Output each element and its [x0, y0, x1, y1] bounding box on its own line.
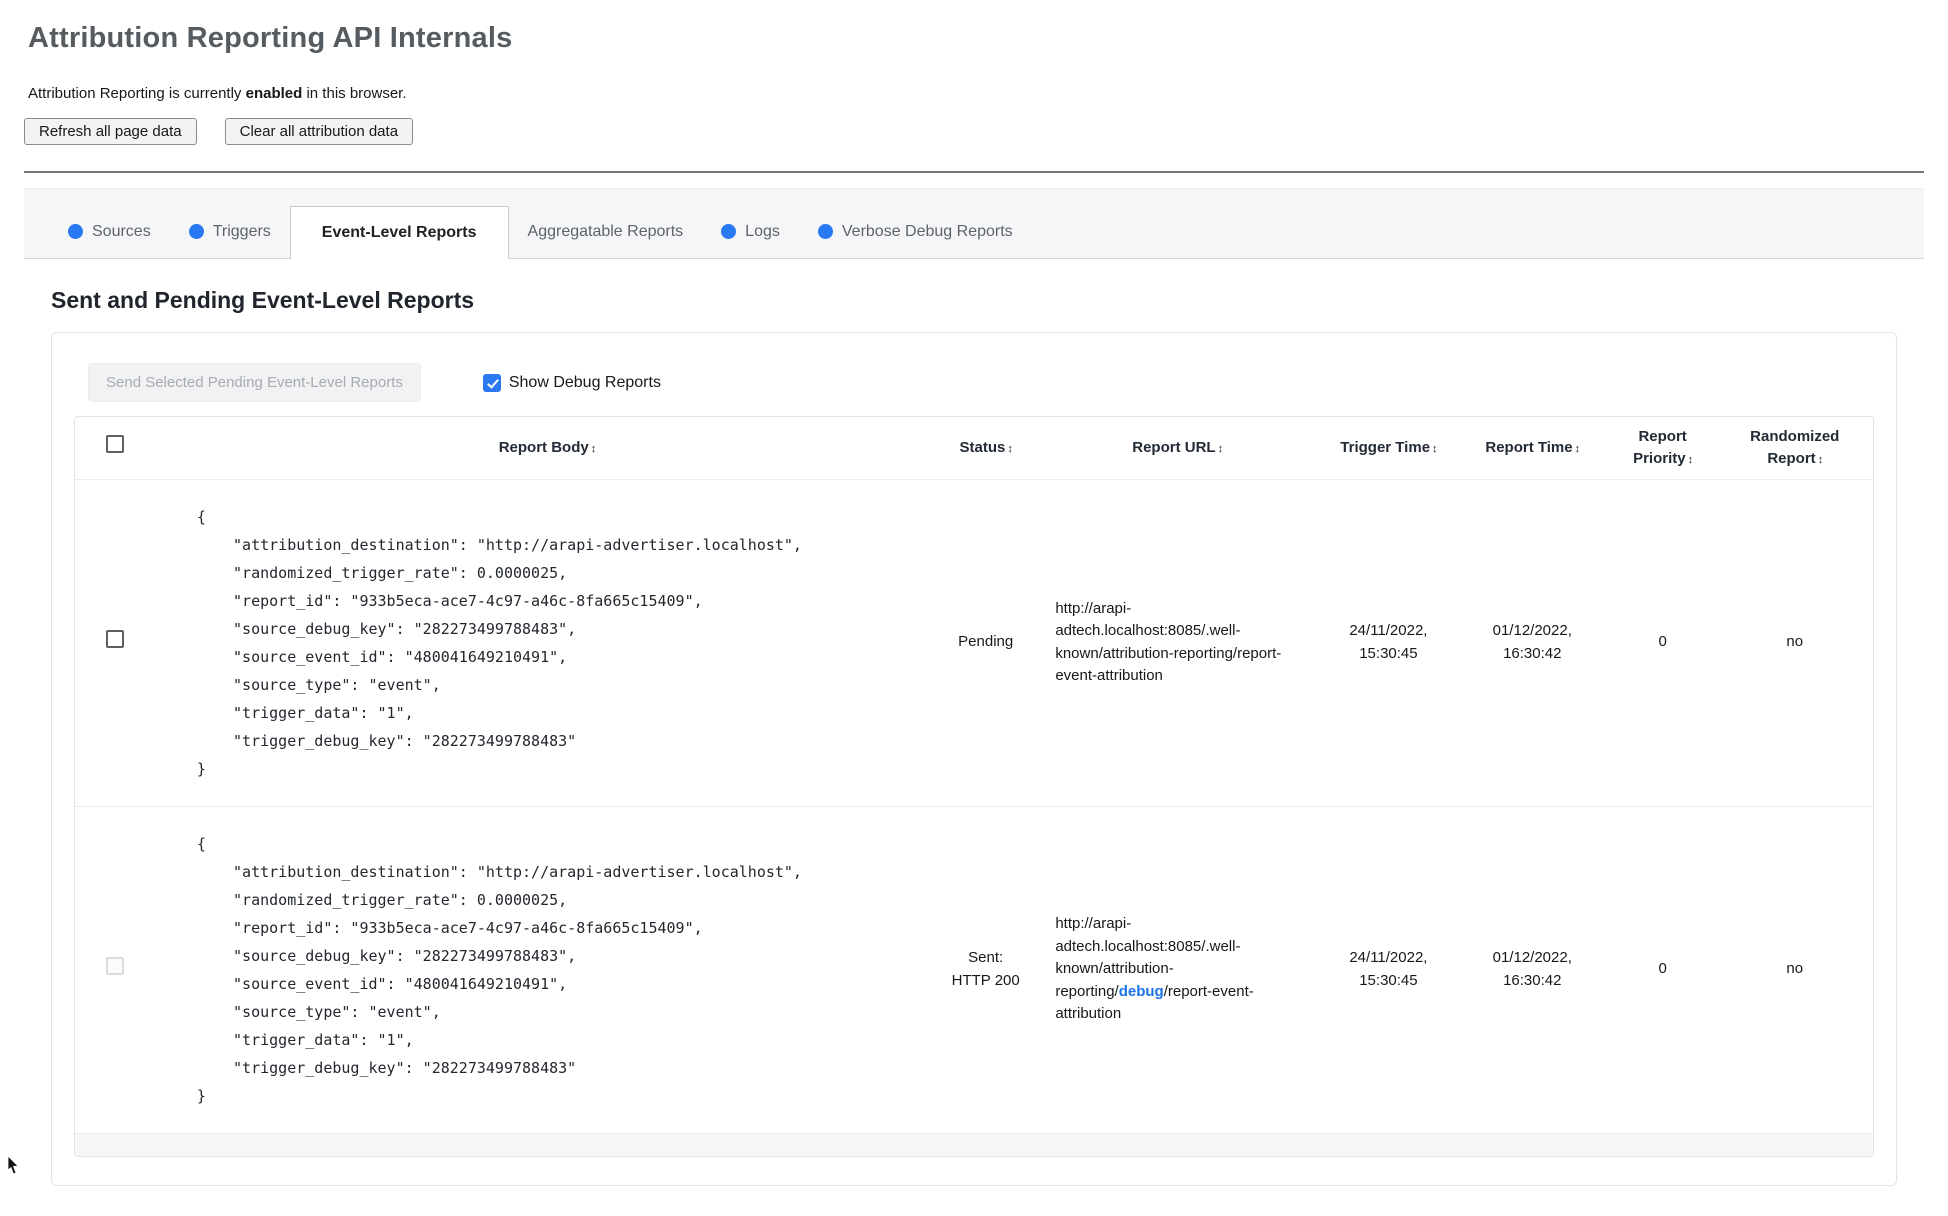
header-status[interactable]: Status ↕	[938, 417, 1033, 479]
row-checkbox-disabled	[106, 956, 125, 975]
page-title: Attribution Reporting API Internals	[28, 22, 513, 54]
tab-logs[interactable]: Logs	[702, 205, 799, 258]
status-prefix: Attribution Reporting is currently	[28, 85, 246, 102]
sort-icon: ↕	[1817, 453, 1823, 466]
header-report-time[interactable]: Report Time ↕	[1456, 417, 1609, 479]
blue-dot-icon	[68, 224, 83, 239]
tab-label: Logs	[745, 222, 780, 240]
show-debug-label: Show Debug Reports	[508, 373, 661, 391]
table-row: { "attribution_destination": "http://ara…	[75, 805, 1873, 1133]
report-priority-cell: 0	[1608, 478, 1717, 806]
header-label: Report Body	[498, 438, 589, 456]
header-label: Report URL	[1132, 438, 1216, 456]
attribution-status-text: Attribution Reporting is currently enabl…	[28, 85, 1924, 102]
report-priority-cell: 0	[1608, 805, 1717, 1133]
row-checkbox[interactable]	[106, 629, 125, 648]
status-cell: Pending	[938, 478, 1034, 806]
report-time-cell: 01/12/2022, 16:30:42	[1455, 805, 1609, 1133]
tab-verbose-debug-reports[interactable]: Verbose Debug Reports	[799, 205, 1032, 258]
divider	[24, 171, 1924, 173]
report-time-cell: 01/12/2022, 16:30:42	[1455, 478, 1609, 806]
send-selected-button[interactable]: Send Selected Pending Event-Level Report…	[88, 363, 421, 402]
top-actions: Refresh all page data Clear all attribut…	[24, 118, 1924, 145]
reports-table: Report Body ↕ Status ↕ Report URL ↕ Trigger…	[75, 417, 1873, 1156]
sort-icon: ↕	[590, 442, 596, 455]
report-url-cell: http://arapi-adtech.localhost:8085/.well…	[1033, 478, 1321, 806]
blue-dot-icon	[188, 224, 204, 239]
tab-triggers[interactable]: Triggers	[170, 205, 290, 258]
sort-icon: ↕	[1687, 453, 1693, 466]
tab-label: Verbose Debug Reports	[841, 222, 1013, 240]
blue-dot-icon	[817, 224, 833, 239]
header-label: Report Time	[1485, 438, 1573, 456]
trigger-time-cell: 24/11/2022, 15:30:45	[1321, 478, 1456, 806]
section-heading: Sent and Pending Event-Level Reports	[51, 287, 475, 313]
header-label: Report Priority	[1633, 428, 1687, 467]
status-enabled: enabled	[245, 85, 303, 102]
select-all-checkbox[interactable]	[106, 435, 125, 454]
report-url: http://arapi-adtech.localhost:8085/.well…	[1055, 599, 1282, 685]
report-url-cell: http://arapi-adtech.localhost:8085/.well…	[1033, 805, 1321, 1133]
debug-url-segment: debug	[1118, 982, 1164, 1000]
header-label: Trigger Time	[1340, 438, 1431, 456]
tab-label: Event-Level Reports	[321, 224, 477, 241]
mouse-cursor-icon	[7, 1155, 19, 1175]
sort-icon: ↕	[1007, 442, 1012, 455]
header-label: Randomized Report	[1750, 428, 1840, 467]
tab-event-level-reports[interactable]: Event-Level Reports	[289, 206, 509, 259]
header-trigger-time[interactable]: Trigger Time ↕	[1321, 417, 1456, 479]
blue-dot-icon	[721, 224, 737, 239]
table-row: { "attribution_destination": "http://ara…	[75, 478, 1873, 806]
clear-all-button[interactable]: Clear all attribution data	[224, 118, 414, 145]
event-level-reports-panel: Send Selected Pending Event-Level Report…	[51, 332, 1897, 1186]
table-header-row: Report Body ↕ Status ↕ Report URL ↕ Trigger…	[75, 417, 1873, 479]
show-debug-checkbox[interactable]	[482, 373, 501, 392]
tab-label: Triggers	[212, 222, 271, 240]
report-body-json: { "attribution_destination": "http://ara…	[196, 834, 802, 1105]
status-cell: Sent: HTTP 200	[938, 805, 1034, 1133]
panel-controls: Send Selected Pending Event-Level Report…	[88, 363, 1874, 402]
show-debug-toggle: Show Debug Reports	[482, 373, 661, 392]
trigger-time-cell: 24/11/2022, 15:30:45	[1321, 805, 1456, 1133]
randomized-report-cell: no	[1716, 805, 1873, 1133]
reports-table-container: Report Body ↕ Status ↕ Report URL ↕ Trigger…	[74, 416, 1874, 1157]
tab-label: Aggregatable Reports	[527, 222, 684, 240]
header-report-url[interactable]: Report URL ↕	[1033, 417, 1321, 479]
header-report-priority[interactable]: Report Priority ↕	[1609, 417, 1717, 479]
tab-aggregatable-reports[interactable]: Aggregatable Reports	[509, 205, 703, 258]
header-randomized-report[interactable]: Randomized Report ↕	[1717, 417, 1873, 479]
sort-icon: ↕	[1574, 442, 1580, 455]
sort-icon: ↕	[1432, 442, 1437, 455]
report-body-json: { "attribution_destination": "http://ara…	[196, 507, 802, 778]
randomized-report-cell: no	[1716, 478, 1873, 806]
status-suffix: in this browser.	[302, 85, 407, 102]
tab-sources[interactable]: Sources	[49, 205, 170, 258]
sort-icon: ↕	[1217, 442, 1223, 455]
table-footer-row	[75, 1132, 1873, 1156]
header-report-body[interactable]: Report Body ↕	[156, 417, 938, 479]
header-label: Status	[959, 438, 1006, 456]
refresh-all-button[interactable]: Refresh all page data	[24, 118, 197, 145]
tab-label: Sources	[92, 222, 151, 240]
tab-strip: Sources Triggers Event-Level Reports Agg…	[24, 188, 1924, 259]
